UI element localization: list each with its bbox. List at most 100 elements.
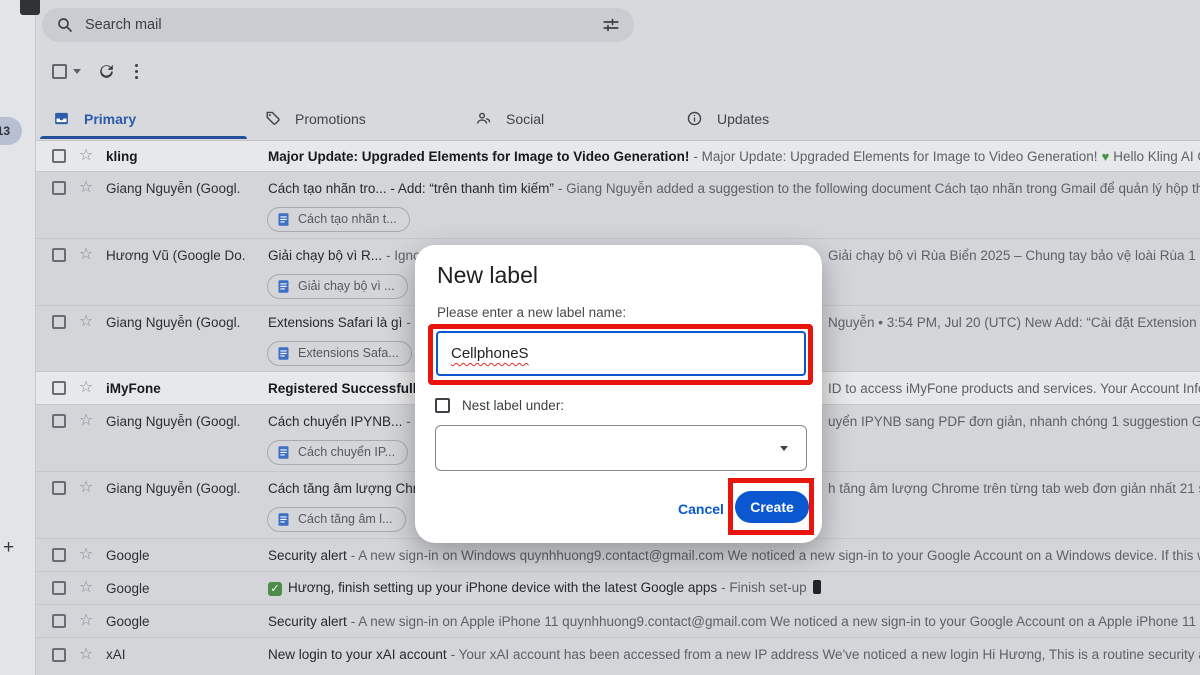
refresh-icon[interactable]	[97, 62, 116, 81]
create-button[interactable]: Create	[735, 491, 809, 523]
dropdown-caret-icon	[780, 446, 788, 451]
label-name-prompt: Please enter a new label name:	[437, 305, 626, 320]
primary-inbox-icon	[53, 110, 70, 127]
row-checkbox[interactable]	[52, 181, 66, 195]
subject: Giải chạy bộ vì R...	[268, 248, 382, 263]
sender: iMyFone	[106, 381, 268, 396]
snippet-fragment: ID to access iMyFone products and servic…	[828, 381, 1200, 396]
star-icon[interactable]: ☆	[77, 380, 95, 396]
label-count-badge: 13	[0, 117, 22, 145]
doc-attachment-chip[interactable]: Cách tăng âm l...	[267, 507, 406, 532]
star-icon[interactable]: ☆	[77, 413, 95, 429]
chip-label: Cách chuyển IP...	[298, 445, 395, 459]
row-checkbox[interactable]	[52, 548, 66, 562]
google-docs-icon	[276, 279, 291, 294]
email-row[interactable]: ☆ Google ✓ Hương, finish setting up your …	[36, 572, 1200, 605]
star-icon[interactable]: ☆	[77, 647, 95, 663]
inbox-tabs: Primary Promotions Social Updates	[40, 98, 884, 139]
tab-social[interactable]: Social	[462, 98, 673, 139]
row-checkbox[interactable]	[52, 248, 66, 262]
subject: Cách tạo nhãn tro... - Add: “trên thanh …	[268, 181, 554, 196]
search-bar[interactable]: Search mail	[42, 8, 634, 42]
nest-label-text: Nest label under:	[462, 398, 564, 413]
dialog-title: New label	[437, 262, 538, 289]
email-row[interactable]: ☆ Google Security alert- A new sign-in o…	[36, 605, 1200, 638]
doc-attachment-chip[interactable]: Cách tạo nhãn t...	[267, 207, 410, 232]
search-input[interactable]: Search mail	[85, 17, 591, 33]
snippet: - Finish set-up	[721, 580, 807, 595]
star-icon[interactable]: ☆	[77, 613, 95, 629]
chip-label: Extensions Safa...	[298, 346, 399, 360]
star-icon[interactable]: ☆	[77, 547, 95, 563]
sender: Giang Nguyễn (Googl.	[106, 481, 268, 496]
doc-attachment-chip[interactable]: Extensions Safa...	[267, 341, 412, 366]
subject-line: Security alert- A new sign-in on Apple i…	[268, 614, 1200, 629]
tab-updates[interactable]: Updates	[673, 98, 884, 139]
star-icon[interactable]: ☆	[77, 180, 95, 196]
phone-emoji-icon	[813, 580, 821, 594]
snippet: - Major Update: Upgraded Elements for Im…	[693, 149, 1097, 164]
row-checkbox[interactable]	[52, 149, 66, 163]
google-docs-icon	[276, 445, 291, 460]
row-checkbox[interactable]	[52, 381, 66, 395]
collapsed-sidebar: 13 +	[0, 0, 36, 675]
promotions-tag-icon	[264, 110, 281, 127]
star-icon[interactable]: ☆	[77, 580, 95, 596]
row-checkbox[interactable]	[52, 481, 66, 495]
doc-attachment-chip[interactable]: Giải chạy bộ vì ...	[267, 274, 408, 299]
row-checkbox[interactable]	[52, 414, 66, 428]
row-checkbox[interactable]	[52, 581, 66, 595]
more-options-icon[interactable]	[135, 70, 138, 73]
green-check-icon: ✓	[268, 582, 282, 596]
snippet: - Your xAI account has been accessed fro…	[451, 647, 1200, 662]
select-dropdown-icon[interactable]	[73, 69, 81, 74]
tab-primary[interactable]: Primary	[40, 98, 251, 139]
snippet-fragment: h tăng âm lượng Chrome trên từng tab web…	[828, 481, 1200, 496]
select-all-checkbox[interactable]	[52, 64, 67, 79]
subject: Major Update: Upgraded Elements for Imag…	[268, 149, 689, 164]
nest-label-checkbox[interactable]	[435, 398, 450, 413]
subject: Hương, finish setting up your iPhone dev…	[288, 580, 717, 595]
star-icon[interactable]: ☆	[77, 314, 95, 330]
label-name-input[interactable]: CellphoneS	[436, 331, 806, 376]
subject-line: ✓ Hương, finish setting up your iPhone de…	[268, 580, 1200, 596]
snippet: - A new sign-in on Apple iPhone 11 quynh…	[351, 614, 1200, 629]
updates-info-icon	[686, 110, 703, 127]
subject-line: Major Update: Upgraded Elements for Imag…	[268, 149, 1200, 164]
chip-label: Cách tăng âm l...	[298, 512, 393, 526]
list-toolbar	[52, 61, 138, 81]
tab-social-label: Social	[506, 111, 544, 127]
social-people-icon	[475, 110, 492, 127]
email-row[interactable]: ☆ xAI New login to your xAI account- You…	[36, 638, 1200, 675]
doc-attachment-chip[interactable]: Cách chuyển IP...	[267, 440, 408, 465]
row-checkbox[interactable]	[52, 614, 66, 628]
subject: Registered Successfully	[268, 381, 424, 396]
plus-icon[interactable]: +	[3, 538, 14, 557]
sender: Google	[106, 614, 268, 629]
row-checkbox[interactable]	[52, 648, 66, 662]
tab-primary-label: Primary	[84, 111, 136, 127]
subject: Security alert	[268, 548, 347, 563]
subject: Extensions Safari là gì	[268, 315, 402, 330]
snippet-fragment: Giải chạy bộ vì Rùa Biển 2025 – Chung ta…	[828, 248, 1200, 263]
tab-promotions-label: Promotions	[295, 111, 366, 127]
row-checkbox[interactable]	[52, 315, 66, 329]
sender: Google	[106, 581, 268, 596]
subject-line: Security alert- A new sign-in on Windows…	[268, 548, 1200, 563]
tune-filter-icon[interactable]	[602, 16, 620, 34]
chip-label: Giải chạy bộ vì ...	[298, 279, 395, 293]
subject: Cách chuyển IPYNB...	[268, 414, 402, 429]
tab-promotions[interactable]: Promotions	[251, 98, 462, 139]
email-row[interactable]: ☆ Google Security alert- A new sign-in o…	[36, 539, 1200, 572]
search-icon	[56, 16, 74, 34]
sender: Giang Nguyễn (Googl.	[106, 414, 268, 429]
email-row[interactable]: ☆ Giang Nguyễn (Googl. Cách tạo nhãn tro…	[36, 172, 1200, 239]
star-icon[interactable]: ☆	[77, 480, 95, 496]
star-icon[interactable]: ☆	[77, 148, 95, 164]
cancel-button[interactable]: Cancel	[678, 501, 724, 517]
sender: Giang Nguyễn (Googl.	[106, 181, 268, 196]
sender: xAI	[106, 647, 268, 662]
parent-label-dropdown[interactable]	[435, 425, 807, 471]
email-row[interactable]: ☆ kling Major Update: Upgraded Elements …	[36, 141, 1200, 172]
star-icon[interactable]: ☆	[77, 247, 95, 263]
